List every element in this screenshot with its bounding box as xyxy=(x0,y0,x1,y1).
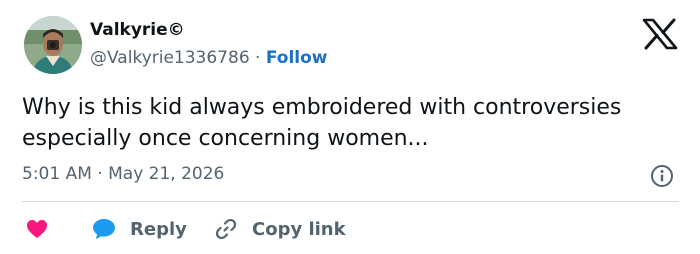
copy-link-button[interactable]: Copy link xyxy=(214,215,346,243)
tweet-time: 5:01 AM xyxy=(22,164,92,184)
speech-bubble-icon xyxy=(93,219,115,240)
follow-button[interactable]: Follow xyxy=(266,48,328,68)
author-handle-line: @Valkyrie1336786 · Follow xyxy=(90,48,328,68)
reply-button[interactable]: Reply xyxy=(92,215,187,243)
avatar[interactable] xyxy=(24,16,82,74)
reply-label: Reply xyxy=(130,218,187,240)
x-logo-icon[interactable] xyxy=(642,18,678,50)
tweet-timestamp[interactable]: 5:01 AM · May 21, 2026 xyxy=(22,164,224,184)
divider xyxy=(22,201,679,202)
separator-dot: · xyxy=(255,48,261,68)
copy-link-label: Copy link xyxy=(252,218,346,240)
action-bar: Reply Copy link xyxy=(0,212,700,244)
author-display-name[interactable]: Valkyrie© xyxy=(90,20,185,40)
link-icon xyxy=(215,218,237,240)
heart-icon[interactable] xyxy=(26,219,48,239)
tweet-date: May 21, 2026 xyxy=(108,164,225,184)
info-icon[interactable] xyxy=(650,164,674,188)
author-handle[interactable]: @Valkyrie1336786 xyxy=(90,48,250,68)
tweet-text: Why is this kid always embroidered with … xyxy=(22,95,622,151)
separator-dot: · xyxy=(97,164,103,184)
avatar-image xyxy=(24,16,82,74)
